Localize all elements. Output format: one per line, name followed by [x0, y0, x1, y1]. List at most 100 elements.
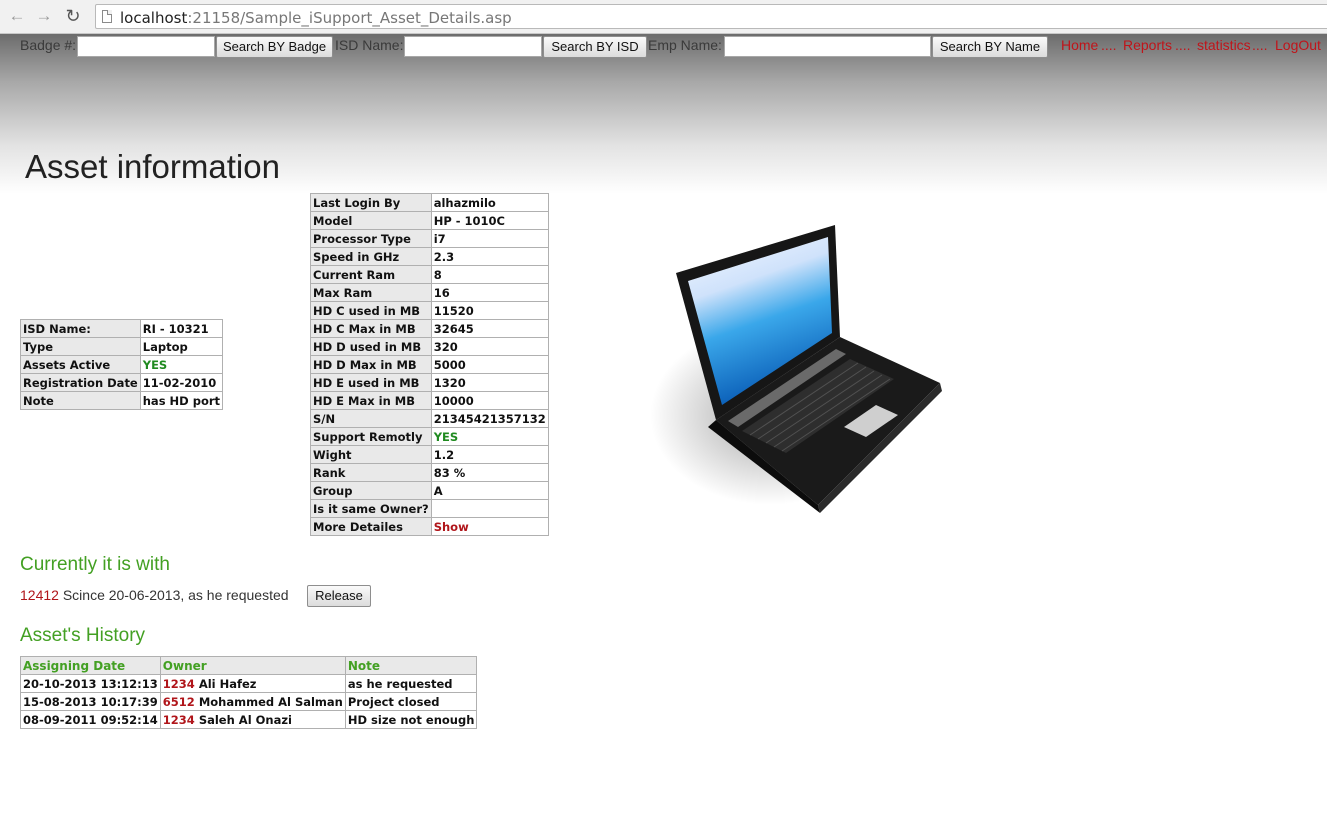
history-note: as he requested	[344, 674, 478, 693]
summary-key: Note	[20, 391, 141, 410]
spec-key: Model	[310, 211, 432, 230]
spec-value: 1.2	[430, 445, 549, 464]
back-arrow-icon[interactable]: ←	[7, 6, 27, 26]
history-owner: 1234 Saleh Al Onazi	[159, 710, 346, 729]
asset-summary-table: ISD Name: RI - 10321 Type Laptop Assets Ac…	[20, 319, 224, 410]
nav-separator: ....	[1175, 37, 1191, 53]
column-header: Note	[344, 656, 478, 675]
search-by-isd-button[interactable]: Search BY ISD	[543, 36, 647, 58]
table-row: Last Login By alhazmilo	[310, 193, 549, 212]
history-date: 08-09-2011 09:52:14	[20, 710, 161, 729]
spec-key: Last Login By	[310, 193, 432, 212]
column-header: Owner	[159, 656, 346, 675]
isd-input[interactable]	[404, 36, 542, 57]
table-row: Type Laptop	[20, 337, 224, 356]
spec-value: 21345421357132	[430, 409, 549, 428]
search-by-badge-button[interactable]: Search BY Badge	[216, 36, 333, 58]
summary-key: Registration Date	[20, 373, 141, 392]
spec-value: 8	[430, 265, 549, 284]
table-row: 20-10-2013 13:12:13 1234 Ali Hafez as he…	[20, 674, 478, 693]
spec-key: HD E Max in MB	[310, 391, 432, 410]
spec-key: Support Remotly	[310, 427, 432, 446]
summary-key: Type	[20, 337, 141, 356]
owner-name: Ali Hafez	[198, 676, 257, 691]
history-table: Assigning Date Owner Note 20-10-2013 13:…	[20, 656, 478, 729]
isd-label: ISD Name:	[335, 37, 404, 53]
nav-logout-link[interactable]: LogOut	[1275, 37, 1321, 53]
owner-badge-link[interactable]: 6512	[163, 695, 195, 709]
reload-icon[interactable]: ↻	[63, 6, 83, 26]
spec-value: 83 %	[430, 463, 549, 482]
table-row: Processor Type i7	[310, 229, 549, 248]
spec-value: 10000	[430, 391, 549, 410]
column-header: Assigning Date	[20, 656, 161, 675]
emp-input[interactable]	[724, 36, 931, 57]
owner-badge-link[interactable]: 1234	[163, 677, 195, 691]
spec-value-status: YES	[430, 427, 549, 446]
spec-key: Processor Type	[310, 229, 432, 248]
summary-key: ISD Name:	[20, 319, 141, 338]
summary-value-status: YES	[139, 355, 224, 374]
table-row: 15-08-2013 10:17:39 6512 Mohammed Al Sal…	[20, 692, 478, 711]
spec-value	[430, 499, 549, 518]
spec-value: 1320	[430, 373, 549, 392]
spec-value: alhazmilo	[430, 193, 549, 212]
history-date: 15-08-2013 10:17:39	[20, 692, 161, 711]
laptop-icon	[650, 225, 942, 513]
spec-key: Group	[310, 481, 432, 500]
emp-label: Emp Name:	[648, 37, 722, 53]
owner-badge-link[interactable]: 1234	[163, 713, 195, 727]
table-row: HD C used in MB 11520	[310, 301, 549, 320]
asset-spec-table: Last Login By alhazmilo Model HP - 1010C P…	[310, 193, 549, 536]
table-row: 08-09-2011 09:52:14 1234 Saleh Al Onazi …	[20, 710, 478, 729]
badge-label: Badge #:	[20, 37, 77, 53]
owner-name: Saleh Al Onazi	[198, 712, 292, 727]
spec-key: HD C used in MB	[310, 301, 432, 320]
current-holder-line: 12412 Scince 20-06-2013, as he requested	[20, 587, 289, 603]
table-row: HD C Max in MB 32645	[310, 319, 549, 338]
table-row: Group A	[310, 481, 549, 500]
url-host: localhost	[120, 9, 188, 27]
url-path: :21158/Sample_iSupport_Asset_Details.asp	[187, 9, 512, 27]
summary-value: Laptop	[139, 337, 224, 356]
nav-reports-link[interactable]: Reports	[1123, 37, 1172, 53]
release-button[interactable]: Release	[307, 585, 371, 607]
badge-input[interactable]	[77, 36, 215, 57]
holder-badge-link[interactable]: 12412	[20, 587, 59, 603]
table-row: Model HP - 1010C	[310, 211, 549, 230]
spec-key: Speed in GHz	[310, 247, 432, 266]
nav-statistics-link[interactable]: statistics	[1197, 37, 1251, 53]
page-title: Asset information	[25, 148, 280, 185]
spec-key: Is it same Owner?	[310, 499, 432, 518]
search-by-name-button[interactable]: Search BY Name	[932, 36, 1048, 58]
spec-value: 16	[430, 283, 549, 302]
table-row: Note has HD port	[20, 391, 224, 410]
spec-key: HD C Max in MB	[310, 319, 432, 338]
summary-value: 11-02-2010	[139, 373, 224, 392]
table-row: Assets Active YES	[20, 355, 224, 374]
spec-key: HD E used in MB	[310, 373, 432, 392]
table-row: HD E used in MB 1320	[310, 373, 549, 392]
spec-key: HD D used in MB	[310, 337, 432, 356]
summary-key: Assets Active	[20, 355, 141, 374]
nav-home-link[interactable]: Home	[1061, 37, 1098, 53]
owner-name: Mohammed Al Salman	[198, 694, 343, 709]
address-bar[interactable]: localhost:21158/Sample_iSupport_Asset_De…	[95, 4, 1327, 29]
table-row: Is it same Owner?	[310, 499, 549, 518]
table-row: Registration Date 11-02-2010	[20, 373, 224, 392]
table-row: Max Ram 16	[310, 283, 549, 302]
history-heading: Asset's History	[20, 625, 146, 646]
table-row: Support Remotly YES	[310, 427, 549, 446]
forward-arrow-icon[interactable]: →	[34, 6, 54, 26]
table-row: More Detailes Show	[310, 517, 549, 536]
table-row: Rank 83 %	[310, 463, 549, 482]
spec-key: Current Ram	[310, 265, 432, 284]
table-row: S/N 21345421357132	[310, 409, 549, 428]
spec-value: i7	[430, 229, 549, 248]
spec-value: 11520	[430, 301, 549, 320]
history-owner: 6512 Mohammed Al Salman	[159, 692, 346, 711]
spec-key: Rank	[310, 463, 432, 482]
show-details-link[interactable]: Show	[430, 517, 549, 536]
table-row: Current Ram 8	[310, 265, 549, 284]
browser-toolbar: ← → ↻ localhost:21158/Sample_iSupport_As…	[0, 0, 1327, 34]
